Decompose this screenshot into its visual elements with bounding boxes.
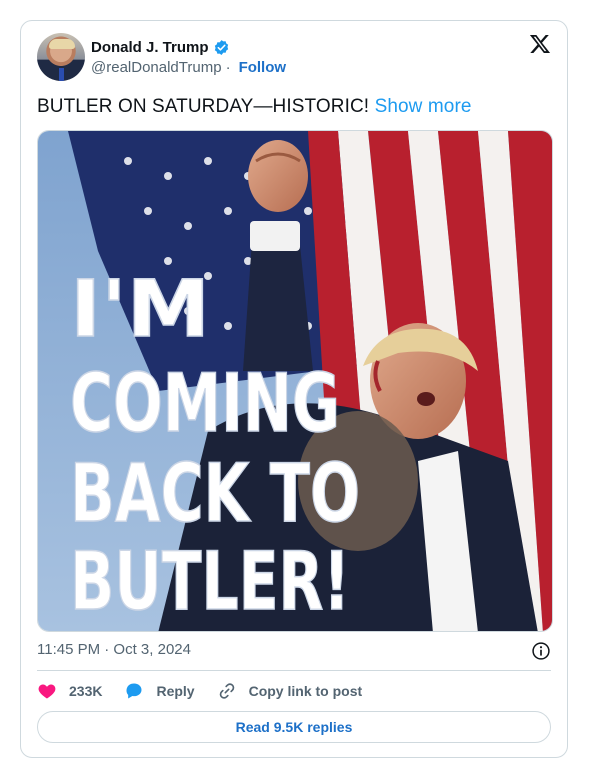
separator-dot: · [225, 59, 231, 76]
reply-button[interactable]: Reply [124, 681, 195, 701]
avatar[interactable] [37, 33, 85, 81]
read-replies-button[interactable]: Read 9.5K replies [37, 711, 551, 743]
overlay-line-4: BUTLER! [70, 535, 350, 628]
post-actions: 233K Reply Copy link to post [37, 681, 384, 701]
reply-bubble-icon [126, 683, 142, 699]
post-meta: 11:45 PM · Oct 3, 2024 [37, 641, 551, 661]
embedded-post-card: Donald J. Trump @realDonaldTrump · Follo… [20, 20, 568, 758]
show-more-link[interactable]: Show more [375, 96, 472, 117]
author-handle[interactable]: @realDonaldTrump [91, 59, 222, 76]
post-text: BUTLER ON SATURDAY—HISTORIC! Show more [37, 95, 472, 119]
follow-button[interactable]: Follow [239, 59, 287, 76]
post-body: BUTLER ON SATURDAY—HISTORIC! [37, 96, 370, 117]
post-timestamp[interactable]: 11:45 PM · Oct 3, 2024 [37, 641, 191, 658]
divider [37, 670, 551, 671]
author-handle-row: @realDonaldTrump · Follow [91, 59, 286, 76]
author-name[interactable]: Donald J. Trump [91, 39, 209, 56]
likes-count: 233K [69, 683, 103, 699]
overlay-line-1: I'M [70, 265, 210, 355]
author-name-row: Donald J. Trump [91, 37, 230, 57]
copy-link-button[interactable]: Copy link to post [217, 681, 363, 701]
post-image[interactable]: I'M COMING BACK TO BUTLER! [37, 130, 553, 632]
overlay-line-2: COMING [70, 357, 340, 450]
x-logo-icon[interactable] [529, 33, 551, 55]
info-icon[interactable] [531, 641, 551, 661]
heart-icon [38, 684, 56, 699]
post-header: Donald J. Trump @realDonaldTrump · Follo… [37, 33, 551, 83]
link-icon [219, 683, 234, 699]
reply-label: Reply [156, 683, 195, 699]
copy-link-label: Copy link to post [248, 683, 363, 699]
like-button[interactable]: 233K [37, 681, 102, 701]
verified-badge-icon [214, 39, 228, 55]
overlay-line-3: BACK TO [70, 447, 360, 540]
